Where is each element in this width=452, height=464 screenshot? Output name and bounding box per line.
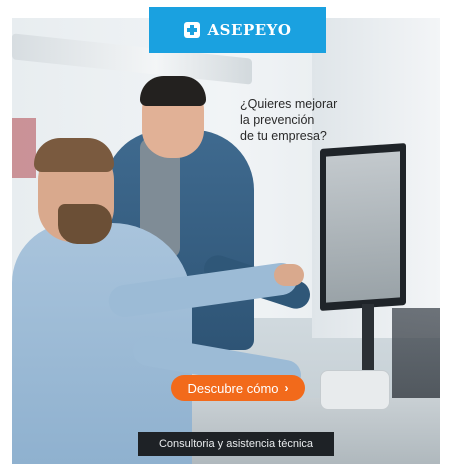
seated-man-hand: [274, 264, 304, 286]
cta-label: Descubre cómo: [187, 380, 279, 396]
shelf-binder: [12, 118, 36, 178]
tagline: Consultoria y asistencia técnica: [138, 432, 334, 456]
cross-icon: [183, 22, 200, 38]
headline: ¿Quieres mejorar la prevención de tu emp…: [240, 96, 370, 144]
computer-monitor: [320, 142, 406, 312]
discover-how-button[interactable]: Descubre cómo ›: [171, 375, 305, 401]
monitor-screen: [326, 151, 400, 303]
headline-line-2: la prevención: [240, 113, 315, 127]
headline-line-1: ¿Quieres mejorar: [240, 97, 338, 111]
headline-line-3: de tu empresa?: [240, 129, 327, 143]
chevron-right-icon: ›: [284, 381, 289, 395]
seated-man-beard: [58, 204, 112, 244]
seated-man-hair: [34, 138, 114, 172]
brand-logo[interactable]: ASEPEYO: [149, 7, 326, 53]
standing-man-hair: [140, 76, 206, 106]
desk-phone: [320, 370, 390, 410]
brand-name: ASEPEYO: [207, 21, 292, 39]
